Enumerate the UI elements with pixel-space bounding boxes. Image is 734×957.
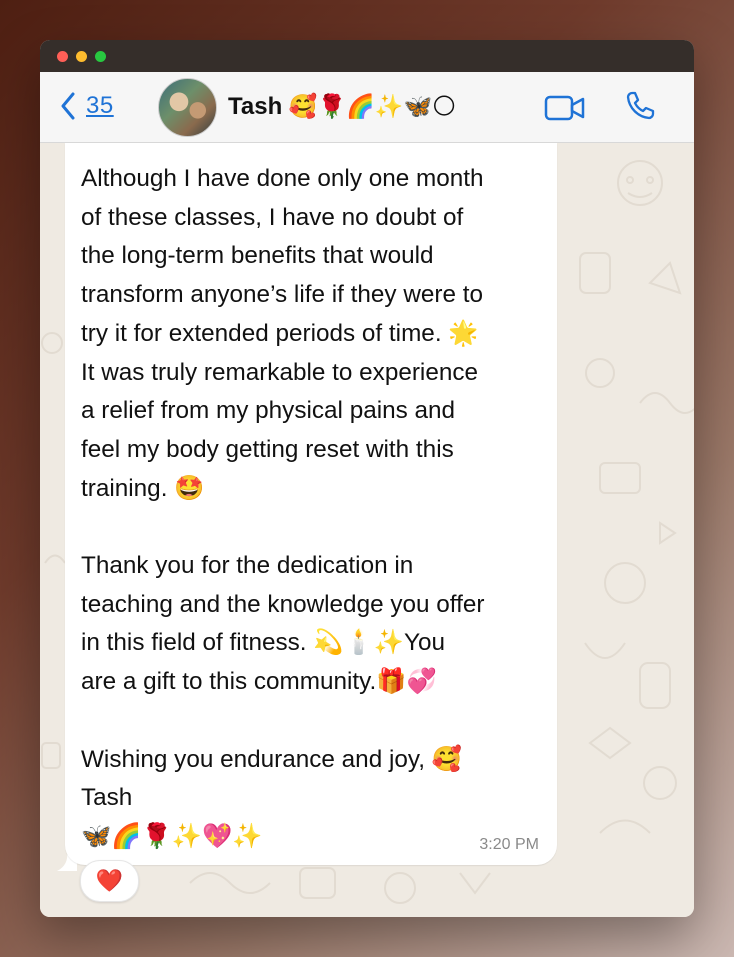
message-timestamp: 3:20 PM xyxy=(479,836,539,853)
message-bubble[interactable]: Although I have done only one month of t… xyxy=(65,143,557,865)
contact-title[interactable]: Tash 🥰🌹🌈✨🦋🌕 xyxy=(228,93,456,121)
title-bar xyxy=(40,40,694,72)
chat-header: 35 Tash 🥰🌹🌈✨🦋🌕 xyxy=(40,72,694,143)
unread-count: 35 xyxy=(86,92,114,119)
video-camera-icon[interactable] xyxy=(544,94,586,122)
contact-emojis: 🥰🌹🌈✨🦋🌕 xyxy=(288,93,457,119)
chat-area[interactable]: Although I have done only one month of t… xyxy=(40,143,694,917)
back-button[interactable]: 35 xyxy=(60,92,114,120)
avatar[interactable] xyxy=(158,78,217,137)
contact-name: Tash xyxy=(228,93,283,120)
chevron-left-icon xyxy=(61,92,75,120)
message-text: Although I have done only one month of t… xyxy=(81,165,485,850)
phone-icon[interactable] xyxy=(624,90,656,122)
close-window-button[interactable] xyxy=(57,51,68,62)
reaction-badge[interactable]: ❤️ xyxy=(80,860,139,902)
zoom-window-button[interactable] xyxy=(95,51,106,62)
app-window: 35 Tash 🥰🌹🌈✨🦋🌕 Although I have done only… xyxy=(40,40,694,917)
minimize-window-button[interactable] xyxy=(76,51,87,62)
